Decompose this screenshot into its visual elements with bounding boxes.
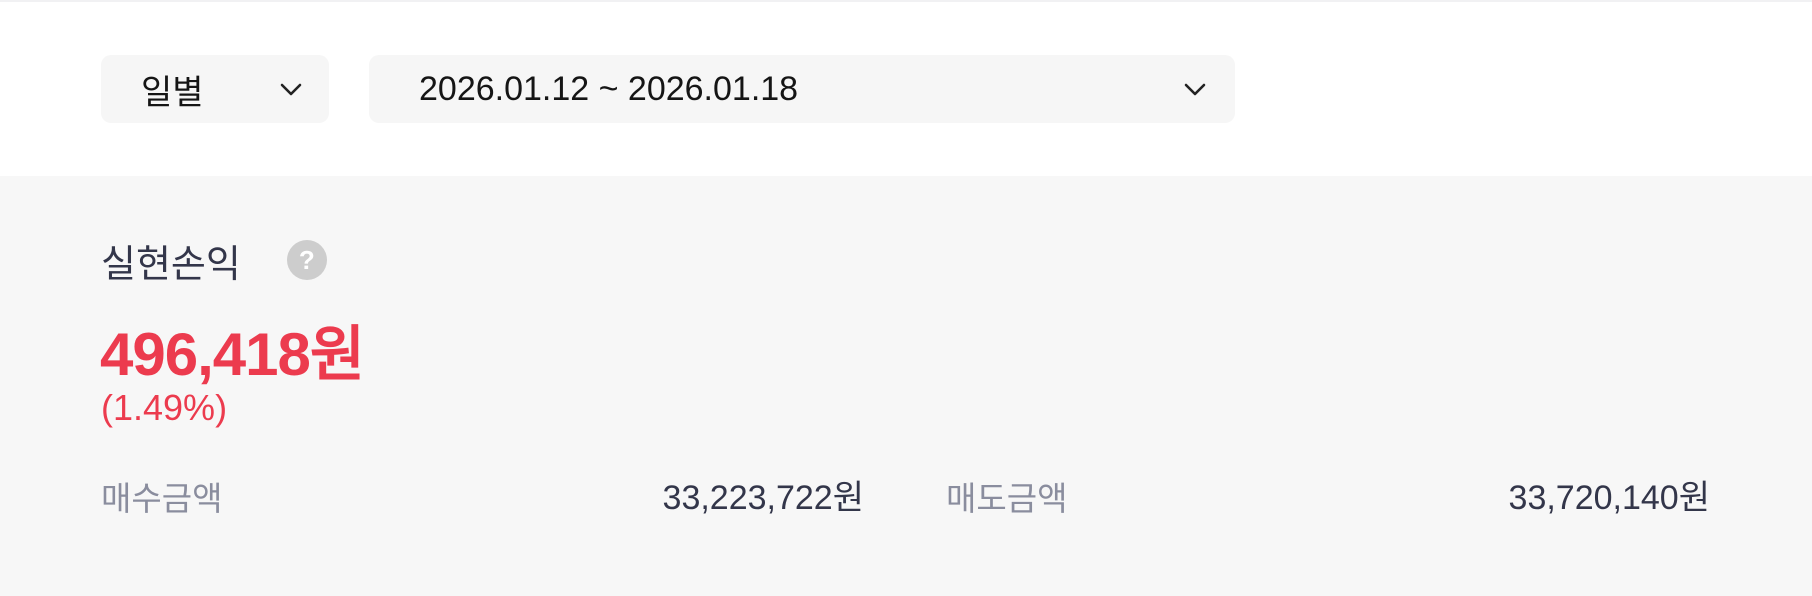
filter-bar: 일별 2026.01.12 ~ 2026.01.18 xyxy=(0,0,1812,176)
question-mark-icon[interactable]: ? xyxy=(286,240,327,280)
chevron-down-icon xyxy=(1184,83,1206,96)
period-select[interactable]: 일별 xyxy=(101,55,329,123)
title-row: 실현손익 ? xyxy=(101,238,327,286)
realized-profit-amount: 496,418원 xyxy=(100,321,365,388)
date-range-select[interactable]: 2026.01.12 ~ 2026.01.18 xyxy=(369,55,1235,123)
buy-amount-label: 매수금액 xyxy=(101,480,223,517)
buy-amount-value: 33,223,722원 xyxy=(662,479,864,517)
sell-amount-label: 매도금액 xyxy=(946,480,1068,517)
sell-amount-value: 33,720,140원 xyxy=(1508,479,1710,517)
realized-profit-rate: (1.49%) xyxy=(101,387,228,428)
realized-profit-panel: 실현손익 ? 496,418원 (1.49%) 매수금액 33,223,722원… xyxy=(0,176,1812,596)
top-divider xyxy=(0,0,1812,2)
period-select-value: 일별 xyxy=(141,73,204,112)
chevron-down-icon xyxy=(280,83,302,96)
date-range-value: 2026.01.12 ~ 2026.01.18 xyxy=(419,69,799,108)
panel-title: 실현손익 xyxy=(101,243,241,286)
